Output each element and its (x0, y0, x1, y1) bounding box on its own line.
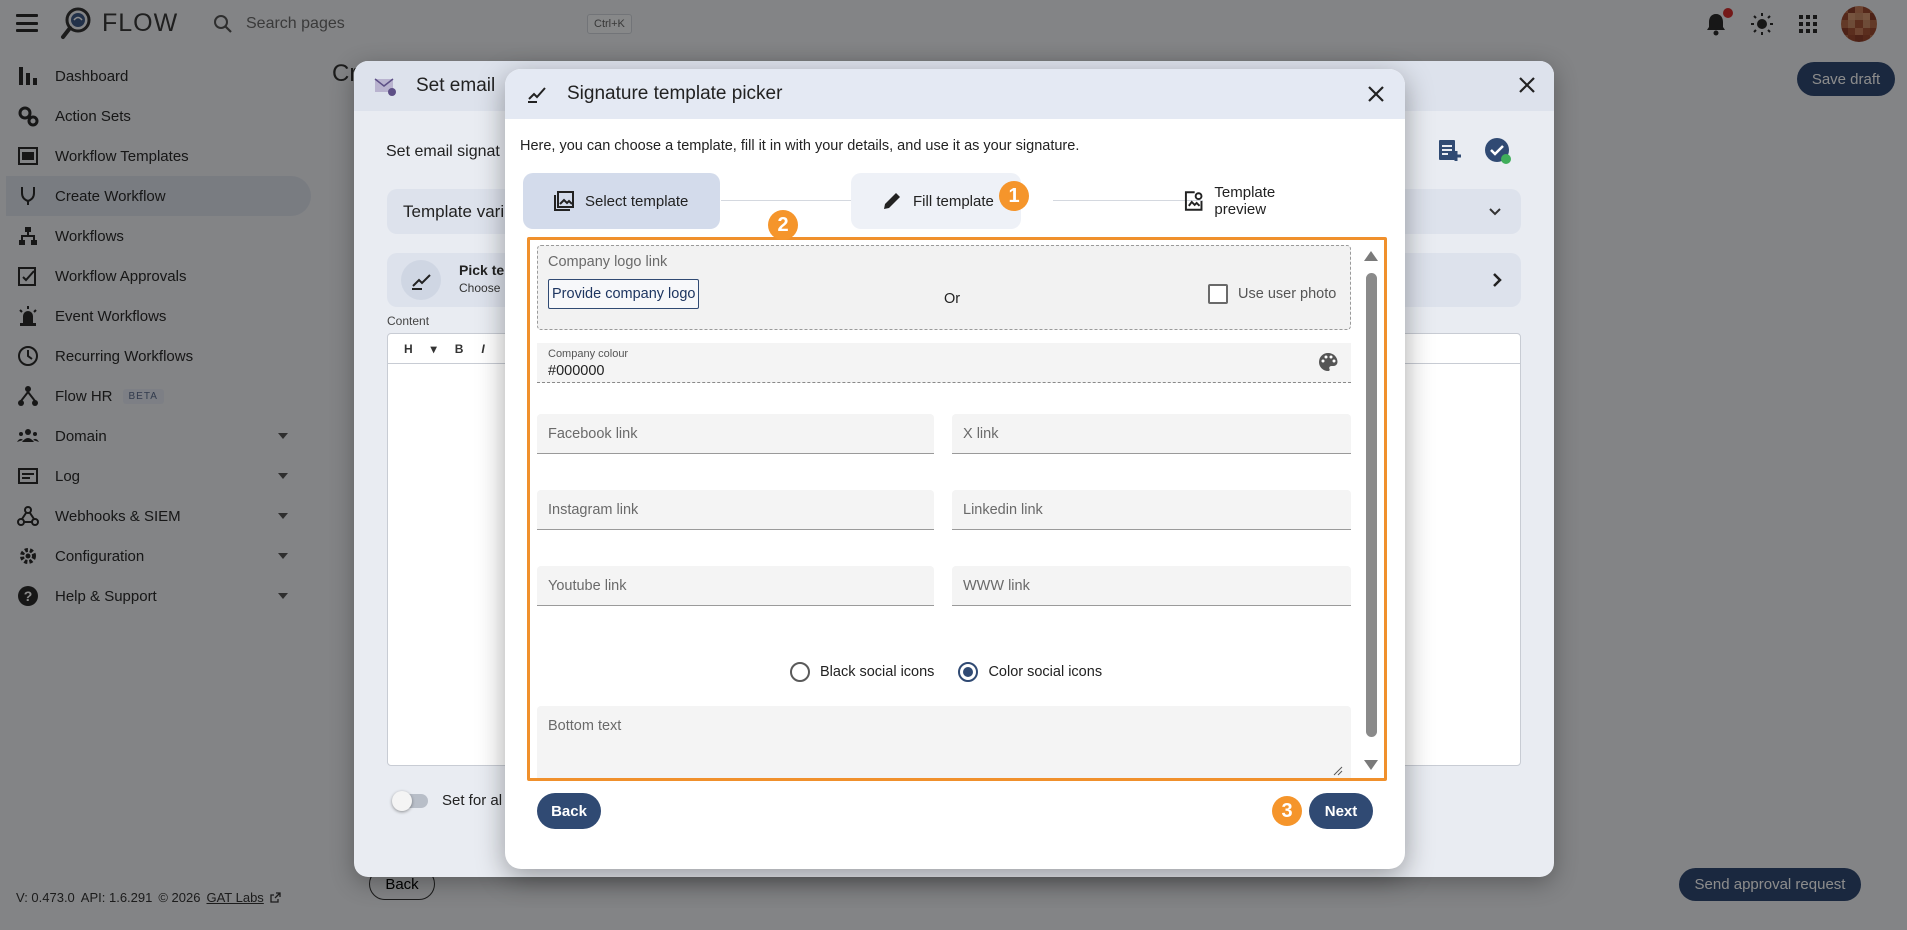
bottom-text-input[interactable] (537, 706, 1351, 778)
step-connector (721, 200, 855, 201)
step-label: Select template (585, 192, 689, 210)
picker-title: Signature template picker (567, 83, 783, 104)
signature-icon (528, 87, 546, 103)
youtube-link-field[interactable] (537, 566, 934, 606)
instagram-link-input[interactable] (537, 490, 934, 529)
or-text: Or (944, 291, 961, 307)
black-social-icons-radio[interactable] (790, 662, 810, 682)
annotation-badge-2: 2 (768, 210, 798, 240)
color-social-icons-label: Color social icons (988, 664, 1103, 680)
template-variables-label: Template vari (403, 201, 505, 221)
resize-handle-icon[interactable] (1333, 766, 1343, 776)
scroll-down-arrow[interactable] (1364, 760, 1378, 770)
bold-button[interactable]: B (455, 342, 464, 356)
pick-template-subtitle: Choose (459, 281, 501, 295)
use-user-photo-label: Use user photo (1238, 286, 1337, 302)
set-for-all-toggle[interactable] (392, 790, 428, 811)
company-colour-field[interactable]: Company colour #000000 (537, 343, 1351, 383)
picker-intro-text: Here, you can choose a template, fill it… (520, 138, 1080, 154)
step-label: Fill template (913, 192, 994, 210)
add-note-icon[interactable] (1436, 137, 1462, 163)
scrollbar-thumb[interactable] (1366, 273, 1377, 737)
palette-icon[interactable] (1317, 351, 1339, 373)
image-preview-icon (1184, 191, 1203, 211)
form-scrollbar[interactable] (1363, 245, 1379, 778)
step-template-preview[interactable]: Template preview (1153, 173, 1343, 229)
annotation-badge-3: 3 (1272, 796, 1302, 826)
step-select-template[interactable]: Select template (523, 173, 720, 229)
linkedin-link-input[interactable] (952, 490, 1351, 529)
caret-down-icon[interactable]: ▾ (431, 342, 437, 356)
www-link-input[interactable] (952, 566, 1351, 605)
signature-template-picker-dialog: Signature template picker Here, you can … (505, 69, 1405, 869)
scroll-up-arrow[interactable] (1364, 251, 1378, 261)
company-colour-value: #000000 (548, 363, 605, 379)
template-stepper: Select template Fill template Template p… (523, 173, 1373, 229)
facebook-link-field[interactable] (537, 414, 934, 454)
step-fill-template[interactable]: Fill template (851, 173, 1021, 229)
close-icon[interactable] (1367, 85, 1385, 103)
dialog-title: Set email (416, 75, 496, 96)
bottom-text-field[interactable] (537, 706, 1351, 778)
chevron-down-icon[interactable] (1489, 205, 1501, 217)
set-for-all-label: Set for al (442, 792, 503, 809)
x-link-field[interactable] (952, 414, 1351, 454)
content-label: Content (387, 314, 430, 328)
facebook-link-input[interactable] (537, 414, 934, 453)
image-gallery-icon (554, 191, 574, 211)
provide-company-logo-button[interactable]: Provide company logo (548, 279, 700, 309)
check-status-icon[interactable] (1484, 137, 1512, 165)
www-link-field[interactable] (952, 566, 1351, 606)
dialog-subtitle: Set email signat (386, 143, 500, 160)
use-user-photo-checkbox[interactable] (1208, 284, 1228, 304)
company-logo-label: Company logo link (548, 254, 668, 270)
use-user-photo-option[interactable]: Use user photo (1208, 284, 1336, 304)
pick-template-title: Pick te (459, 262, 505, 278)
back-button[interactable]: Back (537, 793, 601, 829)
close-icon[interactable] (1518, 76, 1536, 94)
dialog-actions (1436, 137, 1512, 165)
heading-button[interactable]: H (404, 342, 413, 356)
social-icon-style-group: Black social icons Color social icons (790, 662, 1126, 682)
step-label: Template preview (1214, 184, 1276, 218)
pencil-icon (884, 193, 900, 209)
youtube-link-input[interactable] (537, 566, 934, 605)
picker-header: Signature template picker (505, 69, 1405, 119)
signature-icon (401, 260, 441, 300)
linkedin-link-field[interactable] (952, 490, 1351, 530)
fill-template-form: Company logo link Provide company logo O… (527, 237, 1387, 781)
instagram-link-field[interactable] (537, 490, 934, 530)
next-button[interactable]: Next (1309, 793, 1373, 829)
annotation-badge-1: 1 (999, 181, 1029, 211)
company-logo-section: Company logo link Provide company logo O… (537, 245, 1351, 330)
x-link-input[interactable] (952, 414, 1351, 453)
black-social-icons-label: Black social icons (820, 664, 935, 680)
italic-button[interactable]: I (481, 342, 484, 356)
chevron-right-icon[interactable] (1491, 272, 1503, 288)
company-colour-label: Company colour (548, 348, 629, 360)
email-icon (374, 78, 396, 96)
color-social-icons-radio[interactable] (958, 662, 979, 682)
set-for-all-row: Set for al (392, 790, 503, 811)
